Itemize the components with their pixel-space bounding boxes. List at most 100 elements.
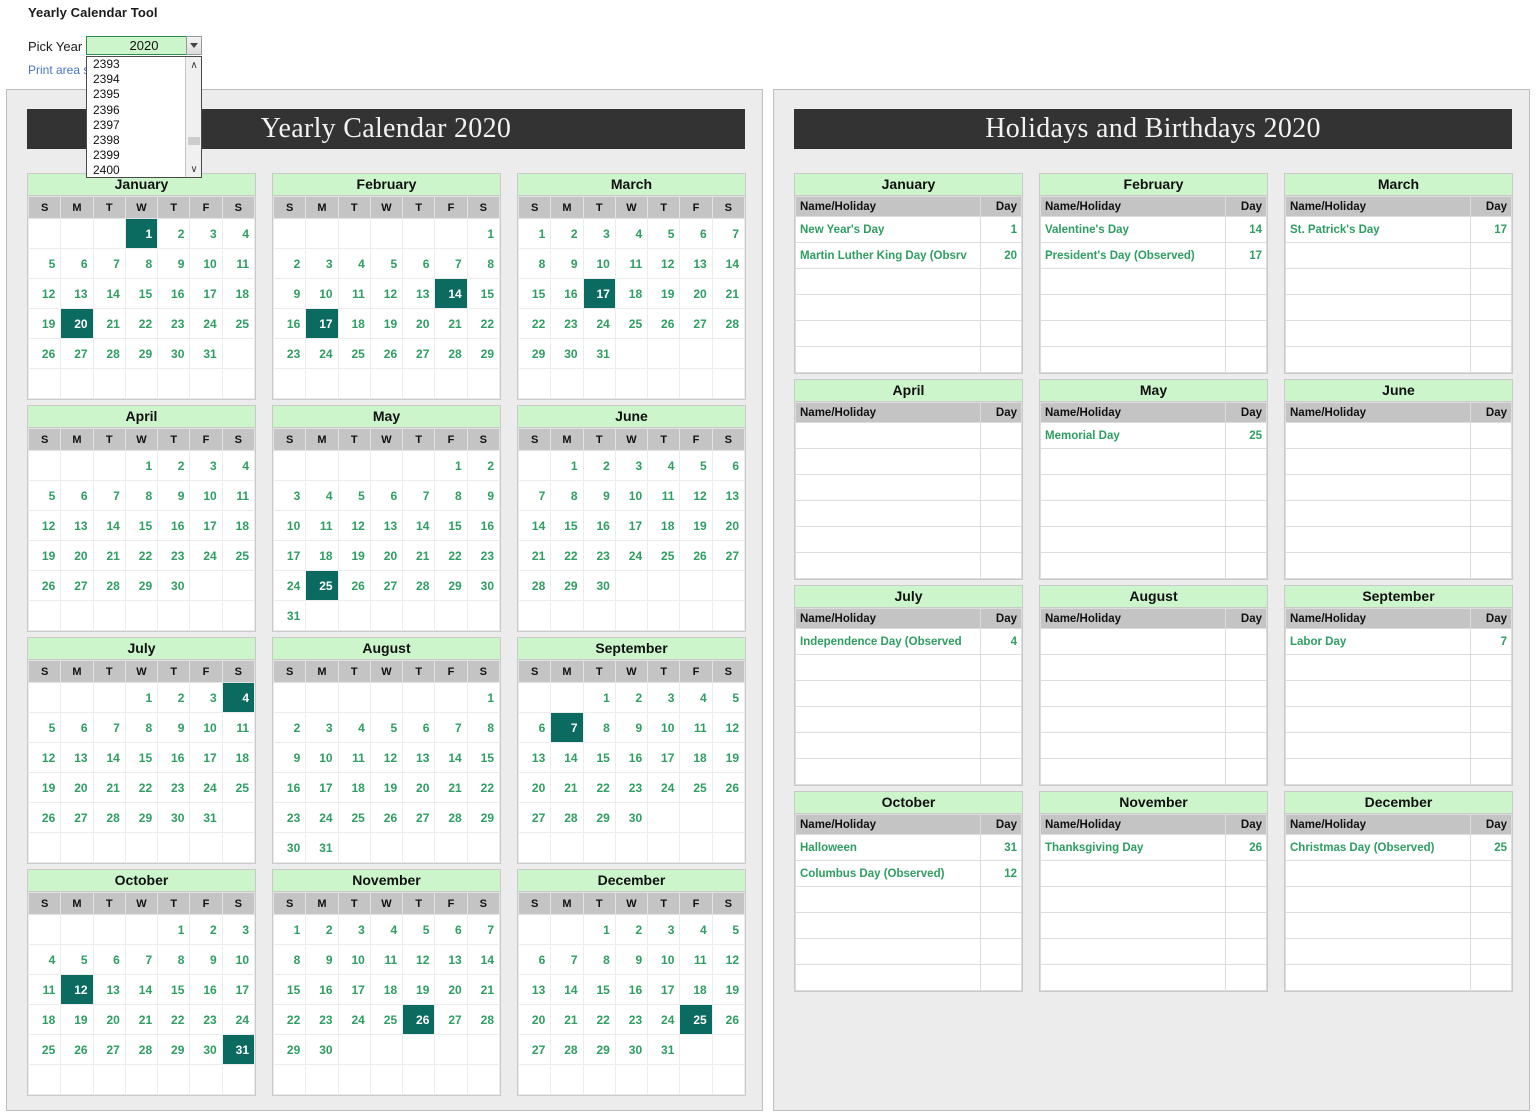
day-cell[interactable]: 11: [337, 742, 371, 773]
holiday-row[interactable]: [1040, 526, 1267, 553]
holiday-name-cell[interactable]: [1040, 706, 1226, 733]
day-cell[interactable]: 15: [466, 278, 501, 309]
holiday-name-cell[interactable]: [1040, 474, 1226, 501]
day-cell[interactable]: 2: [272, 712, 307, 743]
day-cell[interactable]: 31: [647, 1034, 681, 1065]
holiday-name-cell[interactable]: [1040, 346, 1226, 373]
day-cell[interactable]: 29: [124, 570, 159, 601]
day-cell[interactable]: 18: [337, 308, 371, 339]
day-cell[interactable]: 14: [92, 510, 126, 541]
holiday-day-cell[interactable]: 25: [1225, 422, 1267, 449]
day-cell[interactable]: 9: [157, 712, 191, 743]
holiday-name-cell[interactable]: [1285, 680, 1471, 707]
day-cell[interactable]: 6: [711, 450, 746, 481]
day-cell[interactable]: 12: [369, 278, 404, 309]
day-cell[interactable]: 3: [305, 248, 339, 279]
holiday-row[interactable]: [795, 448, 1022, 475]
day-cell[interactable]: 28: [434, 338, 468, 369]
day-cell[interactable]: 15: [550, 510, 584, 541]
day-cell[interactable]: 11: [221, 480, 256, 511]
holiday-row[interactable]: [795, 474, 1022, 501]
day-cell[interactable]: 3: [337, 914, 371, 945]
day-cell[interactable]: 20: [679, 278, 713, 309]
day-cell[interactable]: 19: [711, 742, 746, 773]
day-cell[interactable]: 19: [711, 974, 746, 1005]
holiday-row[interactable]: [1040, 320, 1267, 347]
day-cell[interactable]: 5: [679, 450, 713, 481]
day-cell[interactable]: 11: [647, 480, 681, 511]
holiday-day-cell[interactable]: [1225, 758, 1267, 785]
day-cell[interactable]: 28: [92, 570, 126, 601]
day-cell[interactable]: 13: [711, 480, 746, 511]
day-cell[interactable]: 8: [124, 480, 159, 511]
day-cell[interactable]: 3: [221, 914, 256, 945]
holiday-name-cell[interactable]: [795, 758, 981, 785]
day-cell[interactable]: 27: [402, 338, 436, 369]
holiday-name-cell[interactable]: [795, 500, 981, 527]
day-cell[interactable]: 30: [466, 570, 501, 601]
day-cell[interactable]: 10: [647, 712, 681, 743]
day-cell[interactable]: 14: [550, 974, 584, 1005]
holiday-name-cell[interactable]: [1285, 346, 1471, 373]
day-cell[interactable]: 27: [92, 1034, 126, 1065]
day-cell[interactable]: 28: [402, 570, 436, 601]
holiday-name-cell[interactable]: Thanksgiving Day: [1040, 834, 1226, 861]
day-cell[interactable]: 7: [550, 712, 584, 743]
day-cell[interactable]: 3: [582, 218, 616, 249]
day-cell[interactable]: 15: [582, 742, 616, 773]
day-cell[interactable]: 10: [582, 248, 616, 279]
day-cell[interactable]: 7: [124, 944, 159, 975]
holiday-row[interactable]: President's Day (Observed) 17: [1040, 242, 1267, 269]
holiday-name-cell[interactable]: St. Patrick's Day: [1285, 216, 1471, 243]
holiday-day-cell[interactable]: [980, 912, 1022, 939]
day-cell[interactable]: 29: [124, 802, 159, 833]
day-cell[interactable]: 13: [434, 944, 468, 975]
holiday-name-cell[interactable]: [1040, 320, 1226, 347]
day-cell[interactable]: 2: [614, 914, 649, 945]
holiday-name-cell[interactable]: [1285, 912, 1471, 939]
holiday-row[interactable]: [1040, 448, 1267, 475]
holiday-day-cell[interactable]: 7: [1470, 628, 1512, 655]
day-cell[interactable]: 24: [221, 1004, 256, 1035]
day-cell[interactable]: 15: [124, 510, 159, 541]
day-cell[interactable]: 27: [517, 1034, 552, 1065]
day-cell[interactable]: 9: [550, 248, 584, 279]
holiday-name-cell[interactable]: [1285, 242, 1471, 269]
day-cell[interactable]: 18: [221, 510, 256, 541]
day-cell[interactable]: 17: [272, 540, 307, 571]
day-cell[interactable]: 14: [517, 510, 552, 541]
day-cell[interactable]: 12: [647, 248, 681, 279]
holiday-name-cell[interactable]: [795, 320, 981, 347]
holiday-row[interactable]: [1285, 964, 1512, 991]
day-cell[interactable]: 29: [434, 570, 468, 601]
holiday-day-cell[interactable]: 25: [1470, 834, 1512, 861]
day-cell[interactable]: 21: [711, 278, 746, 309]
day-cell[interactable]: 2: [614, 682, 649, 713]
day-cell[interactable]: 20: [517, 1004, 552, 1035]
day-cell[interactable]: 16: [550, 278, 584, 309]
holiday-day-cell[interactable]: [980, 474, 1022, 501]
day-cell[interactable]: 21: [434, 308, 468, 339]
day-cell[interactable]: 6: [434, 914, 468, 945]
holiday-day-cell[interactable]: [1470, 422, 1512, 449]
holiday-name-cell[interactable]: [1040, 680, 1226, 707]
day-cell[interactable]: 12: [337, 510, 371, 541]
scrollbar-thumb[interactable]: [188, 137, 200, 145]
holiday-name-cell[interactable]: [1285, 552, 1471, 579]
holiday-day-cell[interactable]: [1225, 320, 1267, 347]
holiday-name-cell[interactable]: [1285, 938, 1471, 965]
day-cell[interactable]: 25: [679, 1004, 713, 1035]
day-cell[interactable]: 12: [711, 944, 746, 975]
holiday-name-cell[interactable]: [795, 346, 981, 373]
day-cell[interactable]: 6: [679, 218, 713, 249]
day-cell[interactable]: 8: [124, 712, 159, 743]
day-cell[interactable]: 22: [582, 1004, 616, 1035]
holiday-row[interactable]: [1285, 706, 1512, 733]
holiday-name-cell[interactable]: [1040, 886, 1226, 913]
holiday-row[interactable]: [795, 886, 1022, 913]
day-cell[interactable]: 14: [434, 278, 468, 309]
day-cell[interactable]: 20: [402, 772, 436, 803]
day-cell[interactable]: 28: [711, 308, 746, 339]
day-cell[interactable]: 13: [60, 510, 94, 541]
holiday-row[interactable]: [1040, 732, 1267, 759]
